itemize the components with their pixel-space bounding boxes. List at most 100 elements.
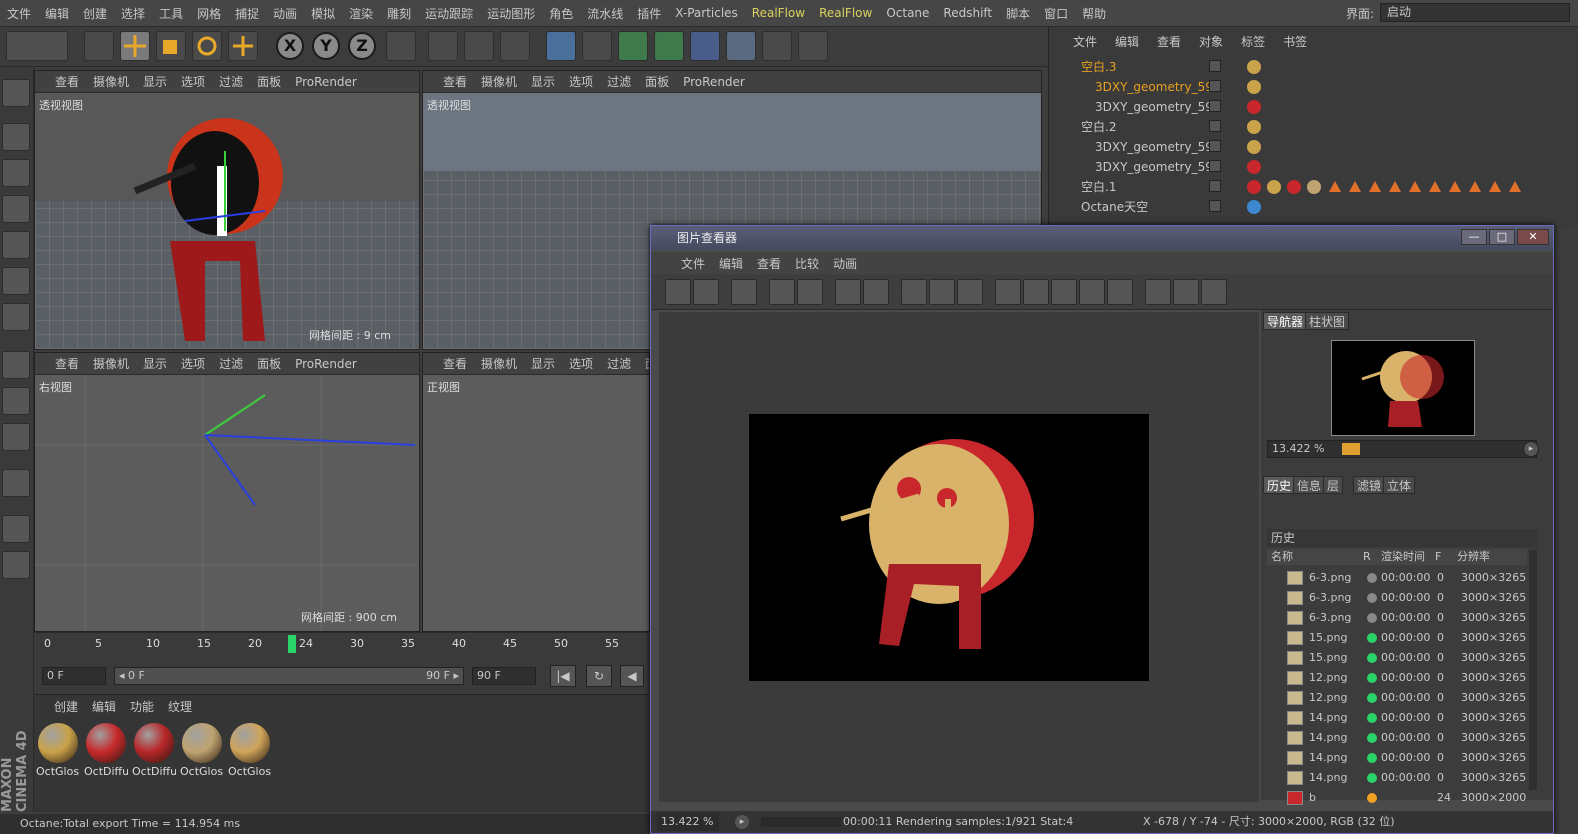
menu-item[interactable]: 捕捉 [228, 5, 266, 22]
render-to-viewer-icon[interactable] [464, 31, 494, 61]
object-row[interactable]: 3DXY_geometry_596 [1049, 137, 1578, 157]
viewport-menu-item[interactable]: 查看 [55, 73, 79, 90]
viewport-menu-item[interactable]: 过滤 [607, 355, 631, 372]
loop-button[interactable]: ↻ [586, 665, 612, 687]
floor-icon[interactable] [726, 31, 756, 61]
menu-item[interactable]: 窗口 [1037, 5, 1075, 22]
workplane-icon[interactable] [2, 195, 30, 223]
viewer-menu-item[interactable]: 比较 [795, 255, 819, 272]
history-row[interactable]: 14.png 00:00:00 0 3000×3265 [1267, 768, 1527, 788]
polygons-mode-icon[interactable] [2, 303, 30, 331]
region2-icon[interactable] [929, 279, 955, 305]
triangle-tag-icon[interactable] [1509, 181, 1521, 192]
history-row[interactable]: b 24 3000×2000 [1267, 788, 1527, 808]
material-swatch[interactable]: OctGlos [180, 721, 224, 781]
history-column-header[interactable]: 渲染时间 [1381, 549, 1425, 565]
visibility-icon[interactable] [1209, 100, 1221, 112]
texture-mode-icon[interactable] [2, 159, 30, 187]
viewport-menu-item[interactable]: 查看 [443, 73, 467, 90]
menu-item[interactable]: 运动图形 [480, 5, 542, 22]
viewport-menu-item[interactable]: 摄像机 [481, 355, 517, 372]
object-row[interactable]: 3DXY_geometry_596 [1049, 77, 1578, 97]
fit-icon[interactable] [769, 279, 795, 305]
material-menu-item[interactable]: 创建 [54, 698, 78, 715]
timeline[interactable]: 0 5 10 15 20 24 30 35 40 45 50 55 0 F ◂ 0 F 90 F ▸ … [34, 632, 648, 692]
render-settings-icon[interactable] [500, 31, 530, 61]
x-axis-lock-button[interactable]: X [276, 32, 304, 60]
points-mode-icon[interactable] [2, 231, 30, 259]
triangle-tag-icon[interactable] [1389, 181, 1401, 192]
menu-item[interactable]: 模拟 [304, 5, 342, 22]
history-column-header[interactable]: F [1435, 549, 1441, 565]
status-play-button[interactable]: ▸ [735, 815, 749, 829]
light-icon[interactable] [798, 31, 828, 61]
save-icon[interactable] [693, 279, 719, 305]
menu-item[interactable]: 插件 [630, 5, 668, 22]
viewport-front[interactable]: 查看摄像机显示选项过滤面板ProRender 正视图 [422, 352, 650, 632]
object-menu-item[interactable]: 书签 [1283, 33, 1307, 50]
viewport-menu-item[interactable]: ProRender [295, 357, 357, 371]
viewer-tab[interactable]: 立体 [1383, 476, 1416, 494]
make-editable-icon[interactable] [2, 79, 30, 107]
material-tag-icon[interactable] [1247, 140, 1261, 154]
viewport-menu-item[interactable]: 面板 [257, 355, 281, 372]
visibility-icon[interactable] [1209, 200, 1221, 212]
history-row[interactable]: 14.png 00:00:00 0 3000×3265 [1267, 728, 1527, 748]
material-tag-icon[interactable] [1247, 80, 1261, 94]
visibility-icon[interactable] [1209, 60, 1221, 72]
z-axis-lock-button[interactable]: Z [348, 32, 376, 60]
viewport-menu-item[interactable]: 面板 [645, 73, 669, 90]
viewport-menu-item[interactable]: 摄像机 [93, 73, 129, 90]
viewport-menu-item[interactable]: 选项 [181, 73, 205, 90]
close-button[interactable]: ✕ [1517, 229, 1549, 245]
grid-snap-icon[interactable] [2, 551, 30, 579]
move-icon[interactable] [120, 31, 150, 61]
zoom-slider[interactable]: 13.422 % [1267, 440, 1537, 458]
history-scrollbar[interactable] [1529, 550, 1537, 790]
visibility-icon[interactable] [1209, 80, 1221, 92]
visibility-icon[interactable] [1209, 160, 1221, 172]
history-row[interactable]: 14.png 00:00:00 0 3000×3265 [1267, 708, 1527, 728]
snap-icon[interactable] [2, 469, 30, 497]
layout3-icon[interactable] [1201, 279, 1227, 305]
viewer-menu-item[interactable]: 动画 [833, 255, 857, 272]
viewer-tab[interactable]: 历史 [1263, 476, 1296, 494]
render-view-icon[interactable] [428, 31, 458, 61]
menu-item[interactable]: 选择 [114, 5, 152, 22]
cube-icon[interactable] [546, 31, 576, 61]
transform-icon[interactable] [228, 31, 258, 61]
viewport-menu-item[interactable]: 选项 [569, 73, 593, 90]
viewport-menu-item[interactable]: 摄像机 [481, 73, 517, 90]
triangle-tag-icon[interactable] [1429, 181, 1441, 192]
object-menu-item[interactable]: 标签 [1241, 33, 1265, 50]
triangle-tag-icon[interactable] [1469, 181, 1481, 192]
end-frame-field[interactable]: 90 F [472, 667, 536, 685]
visibility-icon[interactable] [1209, 180, 1221, 192]
region-icon[interactable] [901, 279, 927, 305]
history-row[interactable]: 6-3.png 00:00:00 0 3000×3265 [1267, 588, 1527, 608]
viewport-menu-item[interactable]: 查看 [55, 355, 79, 372]
viewport-menu-item[interactable]: ProRender [683, 75, 745, 89]
render-canvas[interactable] [659, 312, 1259, 802]
menu-item[interactable]: 编辑 [38, 5, 76, 22]
object-row[interactable]: 3DXY_geometry_597 [1049, 157, 1578, 177]
history-column-header[interactable]: 名称 [1271, 549, 1293, 565]
paste-icon[interactable] [863, 279, 889, 305]
menu-item[interactable]: RealFlow [745, 6, 812, 20]
channels-icon[interactable] [957, 279, 983, 305]
viewport-menu-item[interactable]: 面板 [257, 73, 281, 90]
tweak-mode-icon[interactable] [2, 387, 30, 415]
frame-range-slider[interactable]: ◂ 0 F 90 F ▸ [114, 667, 464, 685]
material-swatch[interactable]: OctDiffu [132, 721, 176, 781]
material-menu-item[interactable]: 纹理 [168, 698, 192, 715]
material-tag-icon[interactable] [1287, 180, 1301, 194]
material-swatch[interactable]: OctGlos [36, 721, 80, 781]
live-select-icon[interactable] [84, 31, 114, 61]
layout1-icon[interactable] [1145, 279, 1171, 305]
camera-icon[interactable] [762, 31, 792, 61]
viewport-menu-item[interactable]: 选项 [181, 355, 205, 372]
viewer-menu-item[interactable]: 编辑 [719, 255, 743, 272]
history-row[interactable]: 12.png 00:00:00 0 3000×3265 [1267, 668, 1527, 688]
render-image[interactable] [749, 414, 1149, 681]
object-menu-item[interactable]: 对象 [1199, 33, 1223, 50]
